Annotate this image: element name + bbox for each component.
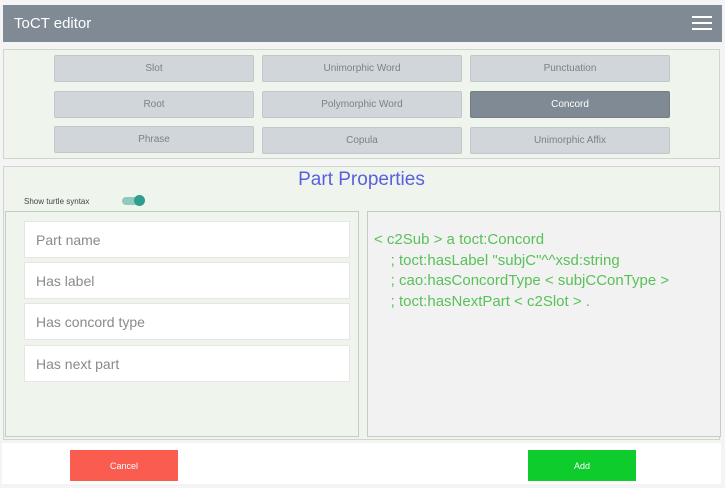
turtle-syntax-line: ; toct:hasNextPart < c2Slot > . [374, 292, 590, 310]
part-name-field-wrapper [24, 221, 350, 258]
turtle-syntax-toggle[interactable] [122, 195, 145, 206]
turtle-syntax-line: ; toct:hasLabel "subjC"^^xsd:string [374, 251, 620, 269]
menu-bar-bottom [692, 28, 712, 30]
part-type-unimorphic-word-button[interactable]: Unimorphic Word [262, 55, 462, 82]
part-properties-panel: Part Properties Show turtle syntax < c2S… [3, 166, 721, 440]
has-next-part-field-wrapper [24, 345, 350, 382]
toggle-knob[interactable] [134, 195, 145, 206]
part-type-polymorphic-word-button[interactable]: Polymorphic Word [262, 91, 462, 118]
has-next-part-input[interactable] [36, 355, 349, 372]
app-window: ToCT editor Slot Unimorphic Word Punctua… [0, 0, 725, 488]
part-type-punctuation-button[interactable]: Punctuation [470, 55, 670, 82]
turtle-syntax-toggle-label: Show turtle syntax [24, 197, 90, 206]
part-type-phrase-button[interactable]: Phrase [54, 126, 254, 153]
part-type-root-button[interactable]: Root [54, 91, 254, 118]
part-name-input[interactable] [36, 231, 349, 248]
turtle-syntax-line: < c2Sub > a toct:Concord [374, 231, 545, 248]
part-type-concord-button[interactable]: Concord [470, 91, 670, 118]
part-properties-title: Part Properties [298, 169, 425, 190]
has-label-field-wrapper [24, 262, 350, 299]
turtle-syntax-output: < c2Sub > a toct:Concord ; toct:hasLabel… [367, 211, 721, 437]
add-button[interactable]: Add [528, 450, 636, 481]
part-type-unimorphic-affix-button[interactable]: Unimorphic Affix [470, 127, 670, 154]
part-type-panel: Slot Unimorphic Word Punctuation Root Po… [3, 49, 720, 159]
app-header: ToCT editor [3, 5, 722, 42]
menu-bar-top [692, 16, 712, 18]
part-form [5, 211, 359, 437]
part-type-slot-button[interactable]: Slot [54, 55, 254, 82]
menu-bar-middle [692, 22, 712, 24]
has-label-input[interactable] [36, 272, 349, 289]
hamburger-menu-icon[interactable] [692, 16, 712, 30]
has-concord-type-input[interactable] [36, 313, 349, 330]
cancel-button[interactable]: Cancel [70, 450, 178, 481]
turtle-syntax-line: ; cao:hasConcordType < subjCConType > [374, 272, 670, 289]
app-title: ToCT editor [14, 15, 92, 32]
part-type-copula-button[interactable]: Copula [262, 127, 462, 154]
has-concord-type-field-wrapper [24, 303, 350, 340]
action-footer: Cancel Add [2, 443, 721, 484]
